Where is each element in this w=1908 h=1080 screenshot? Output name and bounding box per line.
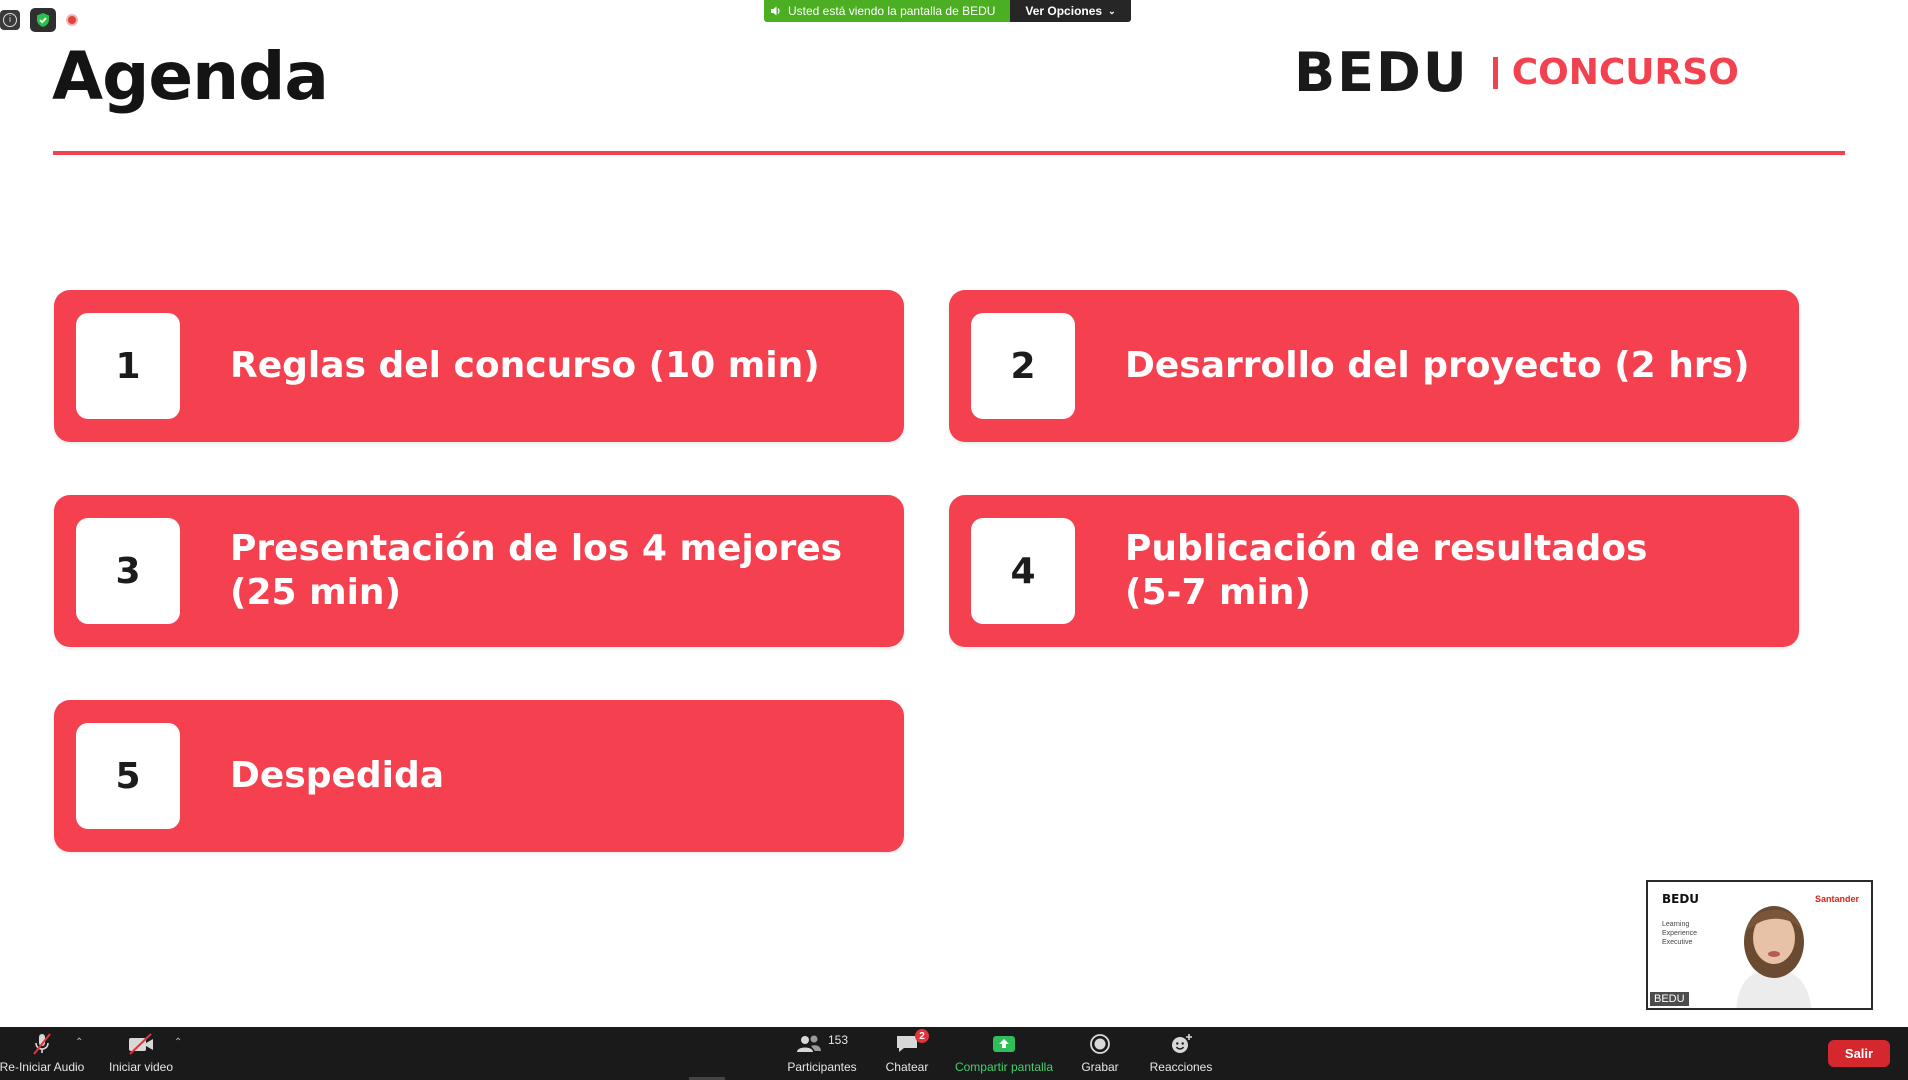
video-off-icon xyxy=(127,1031,155,1057)
view-options-button[interactable]: Ver Opciones ⌄ xyxy=(1010,0,1131,22)
meeting-toolbar: Re-Iniciar Audio ⌃ Iniciar video ⌃ 153 P… xyxy=(0,1027,1908,1080)
status-icons: i xyxy=(0,8,78,32)
chevron-down-icon: ⌄ xyxy=(1108,5,1116,16)
agenda-item-number: 2 xyxy=(971,313,1075,419)
brand-separator xyxy=(1492,57,1498,89)
agenda-item-text: Despedida xyxy=(230,755,445,796)
brand-header: BEDU CONCURSO xyxy=(1294,46,1739,100)
agenda-item-number: 5 xyxy=(76,723,180,829)
agenda-item-number: 3 xyxy=(76,518,180,624)
participant-video-thumbnail[interactable]: BEDU Learning Experience Executive Santa… xyxy=(1646,880,1873,1010)
agenda-item: 2 Desarrollo del proyecto (2 hrs) xyxy=(949,290,1799,442)
brand-contest-label: CONCURSO xyxy=(1511,52,1739,93)
agenda-item: 4 Publicación de resultados (5-7 min) xyxy=(949,495,1799,647)
audio-button[interactable]: Re-Iniciar Audio xyxy=(0,1031,84,1074)
video-button-label: Iniciar video xyxy=(108,1060,174,1074)
speaker-icon xyxy=(771,6,780,16)
agenda-item: 3 Presentación de los 4 mejores (25 min) xyxy=(54,495,904,647)
participant-avatar xyxy=(1736,906,1812,1008)
agenda-item-text: Desarrollo del proyecto (2 hrs) xyxy=(1125,345,1750,386)
agenda-item-text: Presentación de los 4 mejores (25 min) xyxy=(230,528,843,613)
record-button[interactable]: Grabar xyxy=(1078,1031,1122,1074)
agenda-item-text: Reglas del concurso (10 min) xyxy=(230,345,820,386)
video-button[interactable]: Iniciar video xyxy=(104,1031,178,1074)
chat-button[interactable]: 2 Chatear xyxy=(880,1029,934,1074)
smile-plus-icon xyxy=(1169,1031,1193,1057)
leave-meeting-button[interactable]: Salir xyxy=(1828,1040,1890,1067)
participants-label: Participantes xyxy=(787,1060,857,1074)
share-screen-label: Compartir pantalla xyxy=(954,1060,1054,1074)
share-screen-icon xyxy=(992,1031,1016,1057)
audio-button-label: Re-Iniciar Audio xyxy=(0,1060,85,1074)
reactions-button[interactable]: Reacciones xyxy=(1148,1031,1214,1074)
slide-title: Agenda xyxy=(52,38,329,115)
agenda-item-number: 4 xyxy=(971,518,1075,624)
share-screen-button[interactable]: Compartir pantalla xyxy=(952,1031,1056,1074)
recording-indicator-icon xyxy=(66,14,78,26)
video-subtitle: Learning Experience Executive xyxy=(1662,921,1698,946)
agenda-item-number: 1 xyxy=(76,313,180,419)
chat-badge: 2 xyxy=(915,1029,929,1043)
chat-label: Chatear xyxy=(885,1060,929,1074)
video-brand-logo: BEDU xyxy=(1662,892,1700,906)
participants-icon: 153 xyxy=(792,1031,852,1057)
share-banner: Usted está viendo la pantalla de BEDU Ve… xyxy=(764,0,1131,22)
header-divider xyxy=(53,151,1845,155)
agenda-item-text: Publicación de resultados (5-7 min) xyxy=(1125,528,1648,613)
muted-microphone-icon xyxy=(31,1031,53,1057)
chat-icon: 2 xyxy=(895,1029,929,1057)
share-status-text: Usted está viendo la pantalla de BEDU xyxy=(788,4,996,18)
record-icon xyxy=(1089,1031,1111,1057)
record-label: Grabar xyxy=(1081,1060,1119,1074)
info-icon[interactable]: i xyxy=(0,10,20,30)
audio-options-chevron-icon[interactable]: ⌃ xyxy=(75,1037,83,1048)
agenda-item: 5 Despedida xyxy=(54,700,904,852)
share-status: Usted está viendo la pantalla de BEDU xyxy=(764,0,1010,22)
brand-logo: BEDU xyxy=(1294,41,1469,104)
participants-button[interactable]: 153 Participantes xyxy=(786,1031,858,1074)
video-options-chevron-icon[interactable]: ⌃ xyxy=(174,1037,182,1048)
view-options-label: Ver Opciones xyxy=(1025,4,1103,18)
reactions-label: Reacciones xyxy=(1149,1060,1213,1074)
participant-name-label: BEDU xyxy=(1650,992,1689,1006)
security-shield-icon[interactable] xyxy=(30,8,56,32)
participants-count: 153 xyxy=(828,1033,849,1047)
agenda-item: 1 Reglas del concurso (10 min) xyxy=(54,290,904,442)
